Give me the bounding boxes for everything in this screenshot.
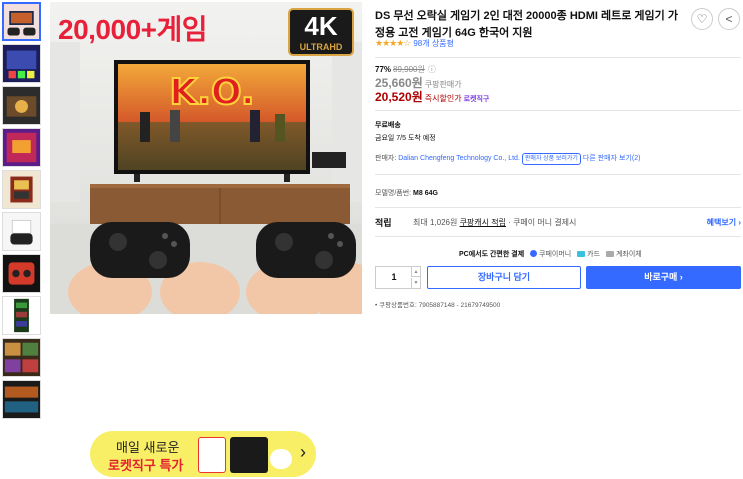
coupay-icon	[530, 250, 538, 257]
thumbnail-8[interactable]	[2, 296, 41, 335]
banner-chevron-icon: ›	[300, 442, 306, 462]
divider	[375, 174, 741, 175]
sale-price: 20,520원	[375, 90, 423, 104]
payment-methods: PC에서도 간편한 결제 쿠페이머니 카드 계좌이체	[459, 249, 642, 259]
other-sellers-link[interactable]: 다른 판매자 보기(2)	[583, 155, 641, 162]
product-code: • 쿠팡상품번호: 7905887148 - 21679749500	[375, 302, 501, 309]
hero-title: 20,000+게임	[58, 14, 208, 45]
thumbnail-list	[2, 2, 42, 422]
model-label: 모델명/품번:	[375, 190, 412, 197]
banner-product-image-1	[198, 437, 226, 473]
banner-product-image-3	[270, 449, 292, 469]
seller-row: 판매자: Dalian Chengfeng Technology Co., Lt…	[375, 153, 640, 165]
cash-desc: 최대 1,026원 쿠팡캐시 적립 · 쿠페이 머니 결제시	[413, 217, 576, 228]
rating-stars-icon: ★★★★☆	[375, 38, 411, 48]
main-product-image[interactable]: K.O. 20,000+게임 4K ULTRAHD	[50, 2, 362, 314]
cash-reward-row: 적립 최대 1,026원 쿠팡캐시 적립 · 쿠페이 머니 결제시 혜택보기 ›	[375, 216, 741, 229]
coupang-cash-link[interactable]: 쿠팡캐시 적립	[460, 218, 506, 227]
banner-product-image-2	[230, 437, 268, 473]
rocket-direct-badge: 로켓직구	[463, 96, 490, 103]
product-title: DS 무선 오락실 게임기 2인 대전 20000종 HDMI 레트로 게임기 …	[375, 10, 678, 39]
favorite-heart-icon[interactable]: ♡	[691, 8, 713, 30]
cash-max: 최대 1,026원	[413, 218, 458, 227]
share-icon[interactable]: <	[718, 8, 740, 30]
thumbnail-10[interactable]	[2, 380, 41, 419]
bank-transfer-label: 계좌이체	[615, 251, 642, 258]
quantity-stepper: 1 ▲ ▼	[375, 266, 421, 289]
thumbnail-2[interactable]	[2, 44, 41, 83]
add-to-cart-button[interactable]: 장바구니 담기	[427, 266, 581, 289]
quantity-decrease-icon[interactable]: ▼	[411, 278, 420, 288]
seller-products-button[interactable]: 판매자 상품 보러가기	[521, 153, 581, 165]
free-shipping-label: 무료배송	[375, 122, 401, 129]
banner-line1: 매일 새로운	[116, 440, 180, 455]
badge-ultrahd-text: ULTRAHD	[299, 42, 343, 52]
seller-name-link[interactable]: Dalian Chengfeng Technology Co., Ltd.	[398, 155, 520, 162]
divider	[375, 57, 741, 58]
shipping-info: 무료배송 금요일 7/5 도착 예정	[375, 119, 436, 145]
thumbnail-1[interactable]	[2, 2, 41, 41]
quantity-input[interactable]: 1	[376, 267, 412, 288]
sale-price-row: 20,520원 즉시할인가 로켓직구	[375, 88, 489, 105]
benefits-link[interactable]: 혜택보기 ›	[707, 217, 741, 228]
bank-transfer-icon	[606, 251, 614, 257]
thumbnail-3[interactable]	[2, 86, 41, 125]
seller-label: 판매자:	[375, 155, 397, 162]
thumbnail-7[interactable]	[2, 254, 41, 293]
card-label: 카드	[587, 251, 601, 258]
model-row: 모델명/품번: M8 64G	[375, 188, 438, 198]
coupay-money-label: 쿠페이머니	[539, 251, 572, 258]
rating: ★★★★☆ 98개 상품평	[375, 38, 454, 49]
original-price: 89,900원	[393, 65, 425, 74]
badge-4k-text: 4K	[304, 11, 338, 41]
cash-label: 적립	[375, 218, 392, 228]
review-count-link[interactable]: 98개 상품평	[413, 39, 454, 48]
rocket-direct-promo-banner[interactable]: 매일 새로운 로켓직구 특가 ›	[90, 431, 316, 477]
quantity-increase-icon[interactable]: ▲	[411, 267, 420, 277]
delivery-eta: 금요일 7/5 도착 예정	[375, 135, 436, 142]
model-value: M8 64G	[413, 190, 438, 197]
card-icon	[577, 251, 586, 257]
payment-label: PC에서도 간편한 결제	[459, 251, 525, 258]
tv-ko-text: K.O.	[169, 72, 254, 113]
thumbnail-9[interactable]	[2, 338, 41, 377]
cash-suffix: · 쿠페이 머니 결제시	[508, 218, 577, 227]
divider	[375, 110, 741, 111]
divider	[375, 236, 741, 237]
discount-percent: 77%	[375, 65, 392, 74]
sale-price-label: 즉시할인가	[424, 94, 462, 103]
product-code-text: 쿠팡상품번호: 7905887148 - 21679749500	[379, 302, 501, 309]
thumbnail-6[interactable]	[2, 212, 41, 251]
info-icon[interactable]: ⓘ	[428, 65, 436, 74]
thumbnail-5[interactable]	[2, 170, 41, 209]
thumbnail-4[interactable]	[2, 128, 41, 167]
divider	[375, 207, 741, 208]
banner-line2: 로켓직구 특가	[108, 458, 184, 473]
uhd-badge: 4K ULTRAHD	[288, 8, 354, 56]
buy-now-button[interactable]: 바로구매 ›	[586, 266, 741, 289]
